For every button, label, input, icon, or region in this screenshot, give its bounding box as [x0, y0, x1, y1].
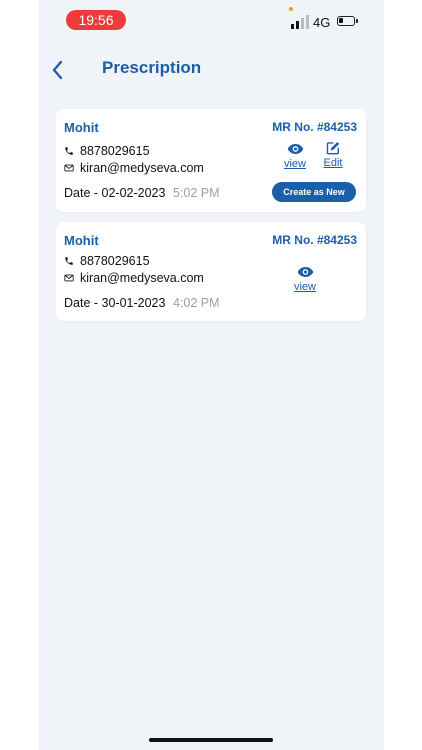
phone-screen: 19:56 4G Prescription Mohit MR No. #8425…: [38, 0, 384, 750]
date-row: Date - 30-01-2023 4:02 PM: [64, 296, 220, 310]
phone-row: 8878029615: [64, 254, 150, 268]
patient-name: Mohit: [64, 120, 99, 135]
edit-icon: [326, 141, 339, 155]
date-row: Date - 02-02-2023 5:02 PM: [64, 186, 220, 200]
mail-icon: [64, 274, 74, 282]
edit-button[interactable]: Edit: [318, 141, 348, 169]
phone-number: 8878029615: [80, 254, 150, 268]
prescription-date: Date - 30-01-2023: [64, 296, 166, 310]
battery-icon: [337, 16, 358, 26]
view-label[interactable]: view: [290, 281, 320, 293]
email-row: kiran@medyseva.com: [64, 161, 204, 175]
mail-icon: [64, 164, 74, 172]
patient-name: Mohit: [64, 233, 99, 248]
edit-label[interactable]: Edit: [318, 157, 348, 169]
prescription-time: 5:02 PM: [172, 186, 220, 200]
phone-number: 8878029615: [80, 144, 150, 158]
phone-icon: [65, 147, 73, 155]
prescription-date: Date - 02-02-2023: [64, 186, 166, 200]
eye-icon: [297, 267, 313, 277]
home-indicator[interactable]: [149, 738, 273, 742]
signal-strength-icon: [291, 15, 309, 29]
view-label[interactable]: view: [280, 158, 310, 170]
prescription-time: 4:02 PM: [172, 296, 220, 310]
phone-icon: [65, 257, 73, 265]
email-address: kiran@medyseva.com: [80, 271, 204, 285]
mr-number: MR No. #84253: [272, 233, 357, 247]
page-header: Prescription: [38, 48, 384, 88]
mr-number: MR No. #84253: [272, 120, 357, 134]
email-address: kiran@medyseva.com: [80, 161, 204, 175]
prescription-card: Mohit MR No. #84253 8878029615 kiran@med…: [56, 222, 366, 321]
back-chevron-icon[interactable]: [48, 58, 68, 82]
eye-icon: [287, 144, 303, 154]
status-bar: 19:56 4G: [38, 0, 384, 40]
create-as-new-button[interactable]: Create as New: [272, 182, 356, 202]
prescription-card: Mohit MR No. #84253 8878029615 kiran@med…: [56, 109, 366, 212]
page-title: Prescription: [102, 58, 202, 77]
email-row: kiran@medyseva.com: [64, 271, 204, 285]
network-type: 4G: [313, 15, 331, 30]
privacy-indicator-icon: [289, 7, 293, 11]
phone-row: 8878029615: [64, 144, 150, 158]
status-time: 19:56: [66, 10, 126, 30]
view-button[interactable]: view: [280, 142, 310, 170]
view-button[interactable]: view: [290, 265, 320, 293]
